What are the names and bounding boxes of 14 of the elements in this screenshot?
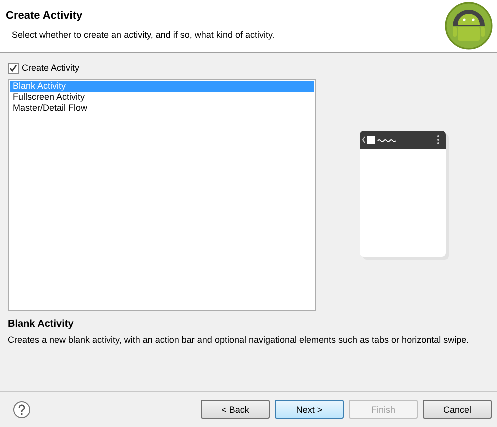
dialog-button[interactable]: Next >: [275, 400, 344, 419]
dialog-button[interactable]: < Back: [201, 400, 270, 419]
page-title: Create Activity: [6, 10, 84, 22]
overflow-menu-icon: [436, 135, 440, 145]
help-icon[interactable]: [13, 400, 31, 418]
create-activity-checkbox[interactable]: Create Activity: [8, 61, 489, 75]
description-text: Creates a new blank activity, with an action bar and optional navigational elements such as tabs or horizontal swipe.: [8, 335, 470, 345]
activity-list-item[interactable]: Master/Detail Flow: [10, 103, 314, 114]
action-bar-drawing: [362, 135, 396, 145]
dialog-button[interactable]: Cancel: [423, 400, 492, 419]
activity-list-item[interactable]: Fullscreen Activity: [10, 92, 314, 103]
page-subtitle: Select whether to create an activity, and if so, what kind of activity.: [12, 30, 275, 40]
description-title: Blank Activity: [8, 319, 75, 330]
checkmark-icon: [9, 64, 18, 72]
